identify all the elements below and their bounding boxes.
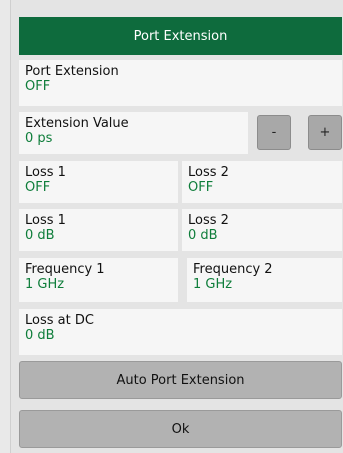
port-extension-value: OFF xyxy=(25,79,51,94)
port-extension-label: Port Extension xyxy=(25,64,119,79)
loss2-state-label: Loss 2 xyxy=(188,165,229,180)
loss2-state-value: OFF xyxy=(188,180,214,195)
loss-at-dc-field[interactable]: Loss at DC 0 dB xyxy=(19,309,342,355)
frequency1-field[interactable]: Frequency 1 1 GHz xyxy=(19,258,178,302)
loss1-state-label: Loss 1 xyxy=(25,165,66,180)
port-extension-field[interactable]: Port Extension OFF xyxy=(19,60,342,106)
decrement-button[interactable]: - xyxy=(257,115,291,150)
loss-at-dc-value: 0 dB xyxy=(25,328,55,343)
loss2-state-field[interactable]: Loss 2 OFF xyxy=(182,161,342,203)
loss1-db-field[interactable]: Loss 1 0 dB xyxy=(19,209,178,251)
loss2-db-label: Loss 2 xyxy=(188,213,229,228)
extension-value-field[interactable]: Extension Value 0 ps xyxy=(19,112,248,154)
loss2-db-field[interactable]: Loss 2 0 dB xyxy=(182,209,342,251)
ok-button[interactable]: Ok xyxy=(19,410,342,448)
dialog-title: Port Extension xyxy=(19,17,342,55)
frequency2-value: 1 GHz xyxy=(193,277,233,292)
loss1-state-value: OFF xyxy=(25,180,51,195)
frequency2-field[interactable]: Frequency 2 1 GHz xyxy=(187,258,342,302)
loss1-db-label: Loss 1 xyxy=(25,213,66,228)
frequency1-value: 1 GHz xyxy=(25,277,65,292)
loss-at-dc-label: Loss at DC xyxy=(25,313,94,328)
frequency1-label: Frequency 1 xyxy=(25,262,105,277)
extension-value-label: Extension Value xyxy=(25,116,129,131)
frequency2-label: Frequency 2 xyxy=(193,262,273,277)
extension-value-value: 0 ps xyxy=(25,131,53,146)
increment-button[interactable]: + xyxy=(308,115,342,150)
loss1-db-value: 0 dB xyxy=(25,228,55,243)
loss1-state-field[interactable]: Loss 1 OFF xyxy=(19,161,178,203)
auto-port-extension-button[interactable]: Auto Port Extension xyxy=(19,361,342,399)
loss2-db-value: 0 dB xyxy=(188,228,218,243)
